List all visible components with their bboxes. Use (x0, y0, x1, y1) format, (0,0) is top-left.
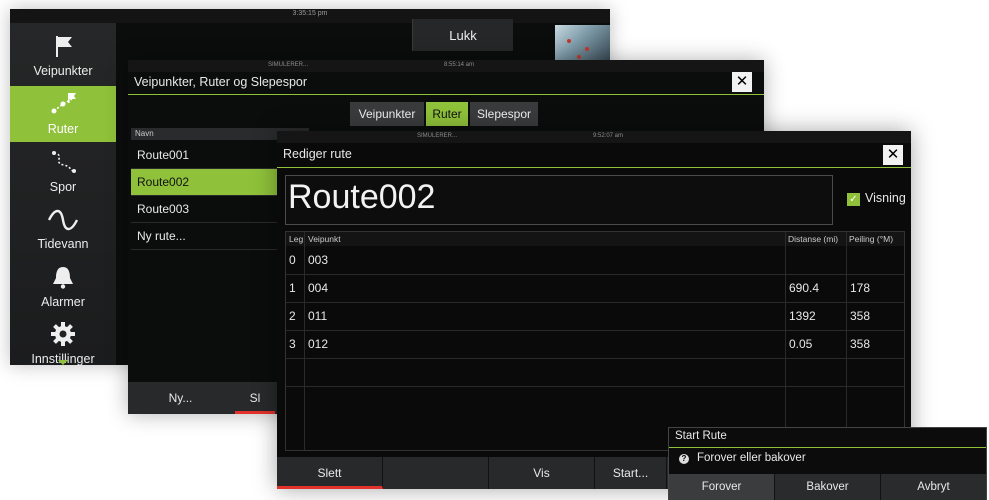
delete-button[interactable]: Slett (277, 457, 383, 489)
waypoint-cell: 004 (308, 281, 329, 295)
leg-cell: 2 (289, 309, 296, 323)
map-marker-icon (577, 55, 581, 59)
window-title: Rediger rute (283, 147, 352, 161)
leg-cell: 0 (289, 253, 296, 267)
status-time: 8:55:14 am (444, 62, 475, 68)
bearing-cell: 358 (850, 337, 871, 351)
waypoint-cell: 011 (308, 309, 328, 323)
tab-trails[interactable]: Slepespor (470, 102, 538, 126)
column-header-leg: Leg (289, 234, 304, 244)
tab-waypoints[interactable]: Veipunkter (350, 102, 424, 126)
question-icon: ? (679, 454, 689, 464)
map-marker-icon (567, 39, 571, 43)
title-bar: Rediger rute ✕ (277, 143, 911, 168)
cancel-button[interactable]: Avbryt (881, 474, 986, 500)
visibility-checkbox[interactable]: ✓ (847, 193, 860, 206)
delete-button[interactable]: Sl (235, 382, 275, 414)
sidebar-item-label: Tidevann (37, 237, 89, 251)
sidebar-item-label: Spor (49, 180, 77, 194)
status-bar: SIMULERER... 9:52:07 am (277, 131, 911, 143)
status-bar: SIMULERER... 8:55:14 am (128, 60, 764, 72)
show-button[interactable]: Vis (489, 457, 595, 489)
status-time: 9:52:07 am (593, 133, 624, 139)
column-header-distance: Distanse (mi) (788, 234, 839, 244)
tab-routes[interactable]: Ruter (426, 102, 468, 126)
new-route-button[interactable]: Ny... (128, 382, 233, 414)
route-legs-table: Leg Veipunkt Distanse (mi) Peiling (°M) … (285, 231, 905, 451)
start-button[interactable]: Start... (595, 457, 667, 489)
waypoint-cell: 012 (308, 337, 329, 351)
flag-icon (56, 36, 72, 57)
sidebar-item-alarms[interactable]: Alarmer (10, 259, 116, 315)
simulating-text: SIMULERER... (268, 62, 309, 68)
simulating-text: SIMULERER... (417, 133, 458, 139)
scroll-down-icon[interactable] (58, 360, 68, 365)
trail-icon (52, 151, 76, 173)
close-icon[interactable]: ✕ (883, 145, 903, 165)
distance-cell: 1392 (789, 309, 816, 323)
bearing-cell: 358 (850, 309, 871, 323)
close-icon[interactable]: ✕ (732, 72, 752, 92)
sidebar-item-routes[interactable]: Ruter (10, 86, 116, 142)
start-route-dialog: Start Rute ? Forover eller bakover Forov… (668, 427, 987, 500)
map-marker-icon (585, 47, 589, 51)
route-name-value: Route002 (288, 178, 436, 216)
dialog-title: Start Rute (675, 430, 727, 442)
gear-icon (51, 322, 75, 346)
sidebar-item-trails[interactable]: Spor (10, 144, 116, 200)
leg-cell: 1 (289, 281, 296, 295)
table-row[interactable]: 1 004 690.4 178 (286, 274, 904, 303)
wave-icon (48, 209, 78, 231)
sidebar: Veipunkter Ruter Spor Tidevann Alarmer I… (10, 23, 116, 366)
forward-button[interactable]: Forover (669, 474, 775, 500)
waypoint-cell: 003 (308, 253, 329, 267)
sidebar-item-label: Alarmer (41, 295, 85, 309)
sidebar-item-tides[interactable]: Tidevann (10, 201, 116, 257)
visibility-label: Visning (865, 191, 906, 205)
bell-icon (53, 267, 73, 289)
divider (669, 447, 986, 448)
window-title: Veipunkter, Ruter og Slepespor (134, 75, 308, 89)
clock-text: 3:35:15 pm (292, 10, 328, 17)
route-icon (51, 93, 76, 114)
close-button[interactable]: Lukk (412, 19, 513, 51)
sidebar-item-waypoints[interactable]: Veipunkter (10, 28, 116, 84)
table-row[interactable]: 2 011 1392 358 (286, 302, 904, 331)
distance-cell: 690.4 (789, 281, 820, 295)
table-row[interactable]: 0 003 (286, 246, 904, 275)
sidebar-item-label: Ruter (47, 122, 79, 136)
backward-button[interactable]: Bakover (775, 474, 881, 500)
sidebar-item-label: Veipunkter (33, 64, 93, 78)
table-header: Leg Veipunkt Distanse (mi) Peiling (°M) (286, 232, 904, 246)
dialog-question: Forover eller bakover (697, 452, 806, 464)
column-header-bearing: Peiling (°M) (849, 234, 894, 244)
route-name-field[interactable]: Route002 (285, 175, 833, 225)
table-row-empty[interactable] (286, 358, 904, 387)
distance-cell: 0.05 (789, 337, 813, 351)
table-row[interactable]: 3 012 0.05 358 (286, 330, 904, 359)
column-header-waypoint: Veipunkt (308, 234, 341, 244)
title-bar: Veipunkter, Ruter og Slepespor ✕ (128, 72, 764, 95)
dialog-buttons: Forover Bakover Avbryt (669, 474, 986, 500)
empty-button[interactable] (383, 457, 489, 489)
bearing-cell: 178 (850, 281, 871, 295)
leg-cell: 3 (289, 337, 296, 351)
